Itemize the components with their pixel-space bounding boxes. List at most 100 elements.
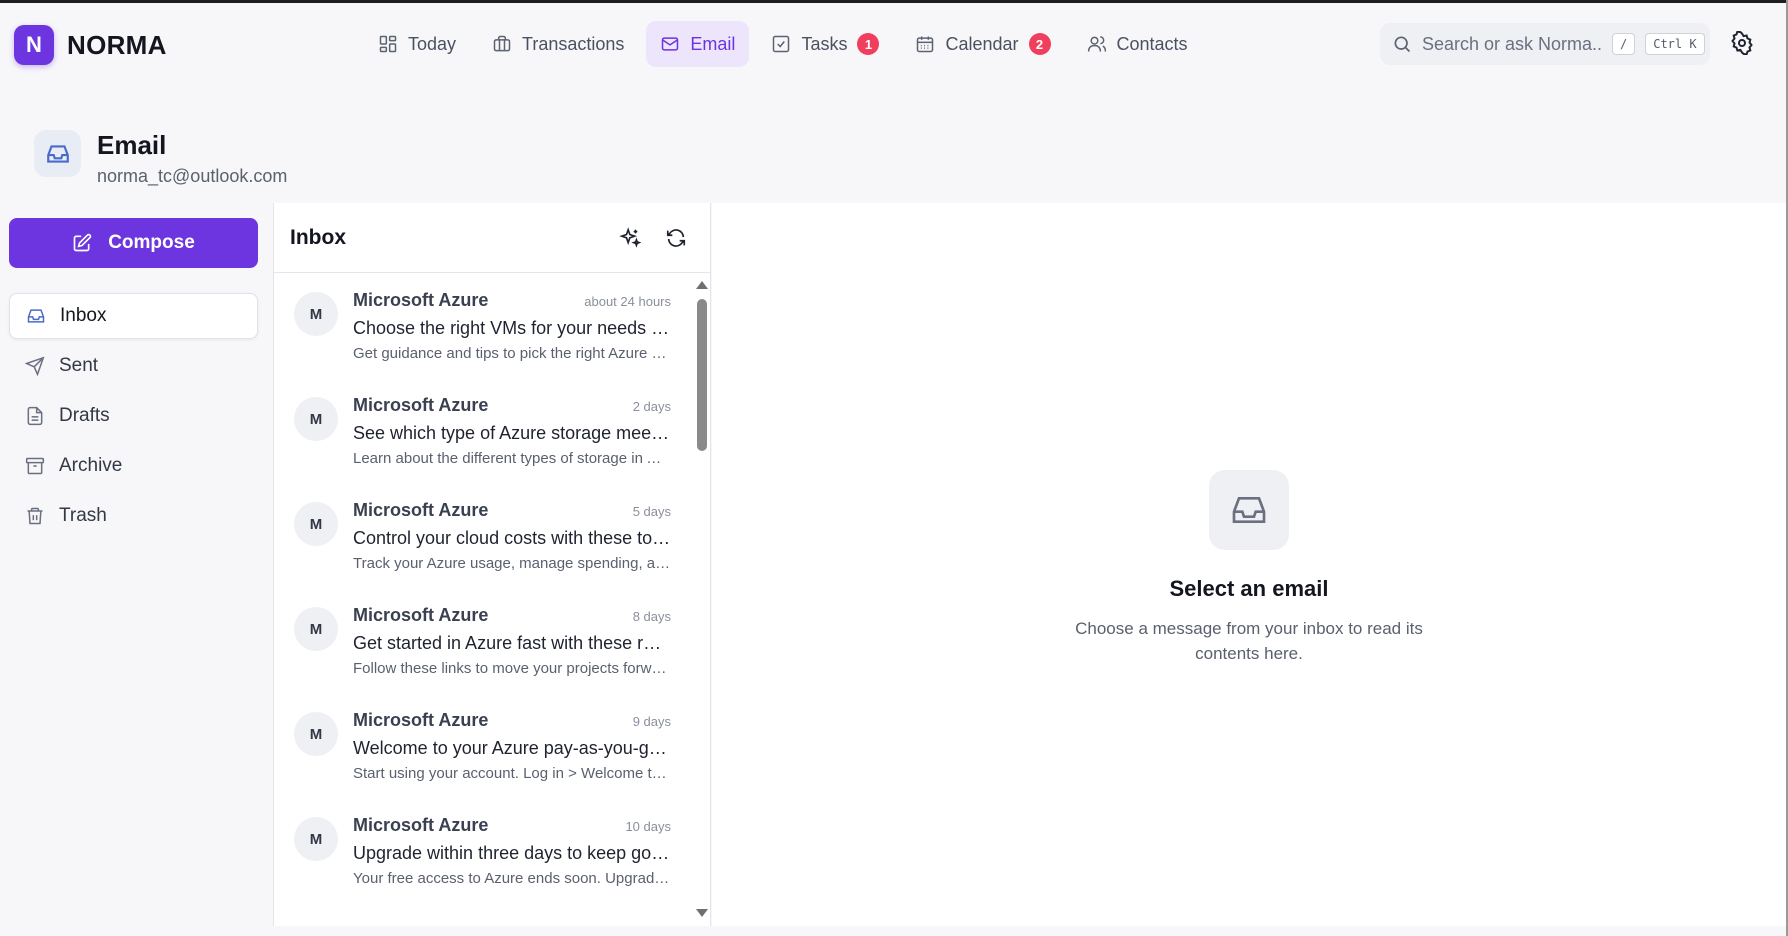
- account-email: norma_tc@outlook.com: [97, 166, 288, 186]
- ai-sparkle-button[interactable]: [612, 220, 648, 256]
- email-list-title: Inbox: [290, 225, 346, 249]
- folder-trash[interactable]: Trash: [9, 493, 258, 539]
- email-preview: Your free access to Azure ends soon. Upg…: [353, 870, 671, 887]
- email-time: 5 days: [632, 504, 671, 519]
- ctrl-k-shortcut-hint: Ctrl K: [1645, 33, 1705, 55]
- folder-archive[interactable]: Archive: [9, 443, 258, 489]
- inbox-icon: [27, 309, 45, 323]
- scroll-up-arrow[interactable]: [696, 281, 708, 289]
- send-icon: [25, 356, 45, 376]
- empty-state: Select an email Choose a message from yo…: [712, 470, 1786, 666]
- search-icon: [1394, 36, 1411, 53]
- settings-button[interactable]: [1730, 30, 1754, 56]
- email-time: 9 days: [632, 714, 671, 729]
- refresh-icon: [666, 228, 686, 247]
- email-list: M Microsoft Azure about 24 hours Choose …: [274, 274, 694, 904]
- email-preview: Track your Azure usage, manage spending,…: [353, 555, 671, 572]
- email-time: 2 days: [632, 399, 671, 414]
- scroll-thumb[interactable]: [697, 299, 707, 451]
- folder-drafts[interactable]: Drafts: [9, 393, 258, 439]
- email-item[interactable]: M Microsoft Azure 8 days Get started in …: [274, 589, 694, 694]
- email-item[interactable]: M Microsoft Azure 2 days See which type …: [274, 379, 694, 484]
- folder-inbox-label: Inbox: [60, 305, 107, 326]
- app-logo[interactable]: N: [14, 25, 54, 65]
- email-preview: Follow these links to move your projects…: [353, 660, 671, 677]
- nav-tasks-label: Tasks: [801, 33, 848, 54]
- page-inbox-icon: [34, 130, 81, 177]
- edit-icon: [73, 233, 92, 252]
- nav-transactions[interactable]: Transactions: [478, 21, 638, 67]
- tasks-badge: 1: [857, 33, 880, 55]
- email-preview: Start using your account. Log in > Welco…: [353, 765, 671, 782]
- email-sender: Microsoft Azure: [353, 500, 489, 520]
- folder-archive-label: Archive: [59, 455, 123, 476]
- dashboard-icon: [379, 35, 397, 53]
- folder-sent[interactable]: Sent: [9, 343, 258, 389]
- archive-icon: [25, 457, 45, 475]
- email-sender: Microsoft Azure: [353, 290, 489, 310]
- top-header: N NORMA Today Transactions Email Tasks 1…: [0, 3, 1786, 83]
- nav-today-label: Today: [408, 33, 457, 54]
- folder-inbox[interactable]: Inbox: [9, 293, 258, 339]
- folder-sent-label: Sent: [59, 355, 99, 376]
- email-time: about 24 hours: [584, 294, 671, 309]
- email-item[interactable]: M Microsoft Azure 9 days Welcome to your…: [274, 694, 694, 799]
- email-preview: Learn about the different types of stora…: [353, 450, 671, 467]
- folder-list: Inbox Sent Drafts Archive Trash: [9, 293, 258, 543]
- calendar-icon: [917, 36, 934, 53]
- calendar-badge: 2: [1028, 33, 1051, 55]
- file-icon: [27, 406, 43, 426]
- email-time: 10 days: [625, 819, 671, 834]
- page-header: Email norma_tc@outlook.com: [34, 130, 287, 187]
- slash-shortcut-hint: /: [1612, 33, 1636, 55]
- empty-inbox-icon-box: [1209, 470, 1289, 550]
- email-item[interactable]: M Microsoft Azure 10 days Upgrade within…: [274, 799, 694, 904]
- inbox-icon: [46, 144, 69, 163]
- nav-calendar-label: Calendar: [945, 33, 1019, 54]
- email-sender: Microsoft Azure: [353, 605, 489, 625]
- folder-trash-label: Trash: [59, 505, 107, 526]
- nav-today[interactable]: Today: [364, 21, 470, 67]
- nav-tasks[interactable]: Tasks 1: [757, 21, 893, 67]
- compose-label: Compose: [108, 232, 195, 253]
- empty-state-title: Select an email: [1169, 576, 1329, 601]
- gear-icon: [1731, 30, 1753, 56]
- email-subject: Upgrade within three days to keep going …: [353, 843, 671, 863]
- email-list-panel: Inbox M Microsoft Azure about 24 hours C…: [273, 203, 711, 926]
- sparkles-icon: [619, 226, 641, 248]
- compose-button[interactable]: Compose: [9, 218, 258, 268]
- search-input[interactable]: [1422, 33, 1602, 55]
- email-sender: Microsoft Azure: [353, 815, 489, 835]
- email-item[interactable]: M Microsoft Azure about 24 hours Choose …: [274, 274, 694, 379]
- nav-email-label: Email: [690, 33, 736, 54]
- search-bar[interactable]: / Ctrl K: [1380, 23, 1710, 65]
- nav-calendar[interactable]: Calendar 2: [901, 21, 1064, 67]
- trash-icon: [27, 507, 43, 525]
- empty-state-text: Choose a message from your inbox to read…: [1075, 619, 1423, 663]
- nav-contacts[interactable]: Contacts: [1073, 21, 1202, 67]
- mail-icon: [662, 37, 679, 51]
- email-subject: See which type of Azure storage meets yo…: [353, 423, 671, 443]
- sender-avatar: M: [294, 397, 338, 441]
- scroll-down-arrow[interactable]: [696, 909, 708, 917]
- nav-email[interactable]: Email: [646, 21, 750, 67]
- email-item[interactable]: M Microsoft Azure 5 days Control your cl…: [274, 484, 694, 589]
- email-subject: Control your cloud costs with these tool…: [353, 528, 671, 548]
- email-preview: Get guidance and tips to pick the right …: [353, 345, 671, 362]
- sender-avatar: M: [294, 292, 338, 336]
- app-name: NORMA: [67, 30, 167, 60]
- email-subject: Get started in Azure fast with these res…: [353, 633, 671, 653]
- refresh-button[interactable]: [658, 220, 694, 256]
- sender-avatar: M: [294, 607, 338, 651]
- checkbox-icon: [773, 35, 790, 53]
- wallet-icon: [493, 35, 511, 52]
- nav-contacts-label: Contacts: [1116, 33, 1188, 54]
- sender-avatar: M: [294, 502, 338, 546]
- email-list-header: Inbox: [274, 203, 710, 273]
- sender-avatar: M: [294, 712, 338, 756]
- email-sender: Microsoft Azure: [353, 395, 489, 415]
- email-subject: Welcome to your Azure pay-as-you-go acco…: [353, 738, 671, 758]
- folder-drafts-label: Drafts: [59, 405, 110, 426]
- email-time: 8 days: [632, 609, 671, 624]
- email-list-scrollbar[interactable]: [694, 275, 710, 923]
